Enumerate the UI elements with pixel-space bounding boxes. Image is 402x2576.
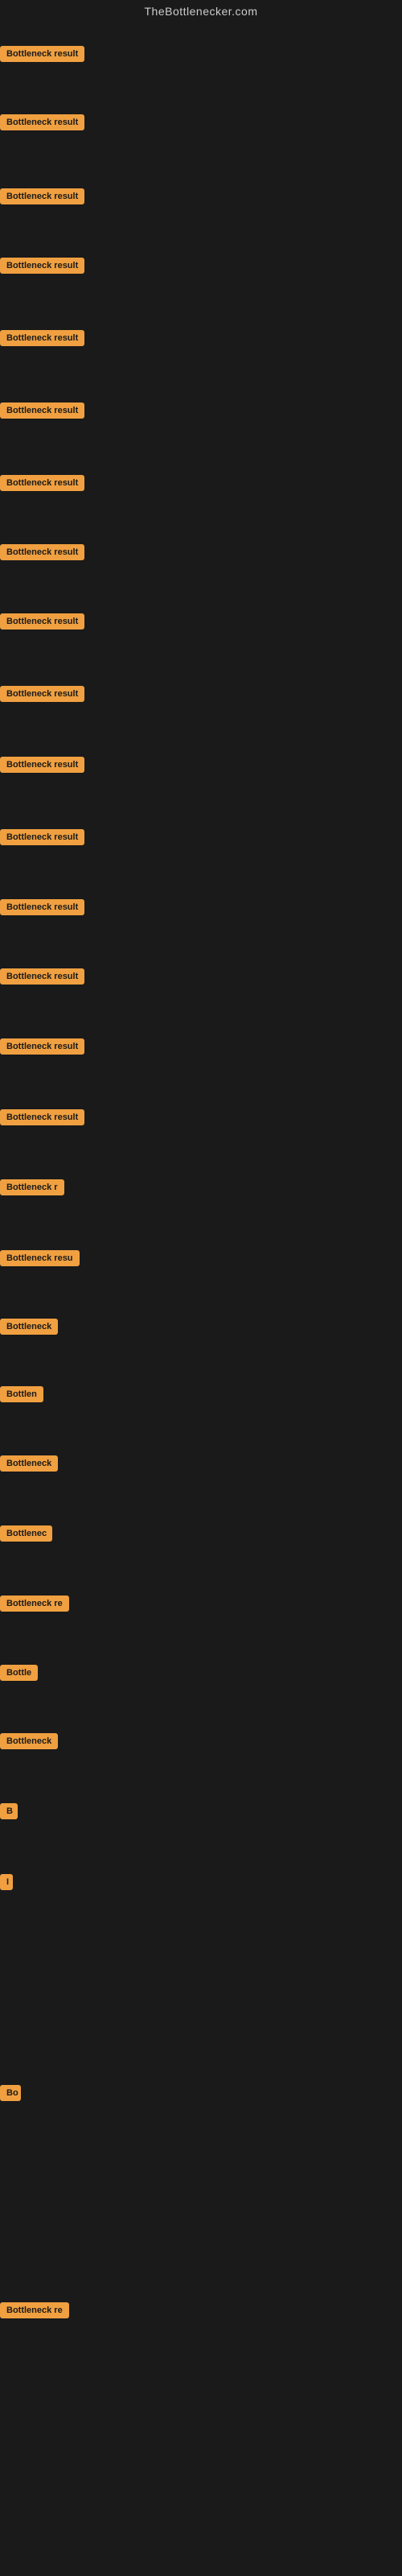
bottleneck-item-2: Bottleneck result [0,114,84,134]
bottleneck-badge-17: Bottleneck r [0,1179,64,1195]
bottleneck-badge-12: Bottleneck result [0,829,84,845]
bottleneck-badge-19: Bottleneck [0,1319,58,1335]
bottleneck-item-12: Bottleneck result [0,829,84,849]
bottleneck-item-15: Bottleneck result [0,1038,84,1059]
bottleneck-badge-3: Bottleneck result [0,188,84,204]
bottleneck-badge-13: Bottleneck result [0,899,84,915]
bottleneck-item-10: Bottleneck result [0,686,84,706]
bottleneck-item-16: Bottleneck result [0,1109,84,1129]
bottleneck-item-22: Bottlenec [0,1525,52,1546]
bottleneck-item-4: Bottleneck result [0,258,84,278]
bottleneck-badge-18: Bottleneck resu [0,1250,80,1266]
bottleneck-badge-9: Bottleneck result [0,613,84,630]
bottleneck-badge-16: Bottleneck result [0,1109,84,1125]
bottleneck-item-24: Bottle [0,1665,38,1685]
bottleneck-badge-25: Bottleneck [0,1733,58,1749]
bottleneck-badge-28: Bo [0,2085,21,2101]
bottleneck-item-14: Bottleneck result [0,968,84,989]
bottleneck-item-5: Bottleneck result [0,330,84,350]
bottleneck-badge-8: Bottleneck result [0,544,84,560]
bottleneck-item-18: Bottleneck resu [0,1250,80,1270]
bottleneck-badge-20: Bottlen [0,1386,43,1402]
bottleneck-badge-7: Bottleneck result [0,475,84,491]
bottleneck-badge-2: Bottleneck result [0,114,84,130]
bottleneck-item-17: Bottleneck r [0,1179,64,1199]
bottleneck-badge-26: B [0,1803,18,1819]
bottleneck-badge-1: Bottleneck result [0,46,84,62]
bottleneck-item-21: Bottleneck [0,1455,58,1476]
bottleneck-badge-23: Bottleneck re [0,1596,69,1612]
bottleneck-item-7: Bottleneck result [0,475,84,495]
bottleneck-badge-15: Bottleneck result [0,1038,84,1055]
bottleneck-item-6: Bottleneck result [0,402,84,423]
bottleneck-badge-5: Bottleneck result [0,330,84,346]
site-title: TheBottlenecker.com [0,0,402,21]
bottleneck-badge-11: Bottleneck result [0,757,84,773]
bottleneck-badge-27: I [0,1874,13,1890]
bottleneck-item-1: Bottleneck result [0,46,84,66]
bottleneck-item-28: Bo [0,2085,21,2105]
bottleneck-badge-22: Bottlenec [0,1525,52,1542]
bottleneck-badge-14: Bottleneck result [0,968,84,985]
bottleneck-badge-4: Bottleneck result [0,258,84,274]
bottleneck-item-11: Bottleneck result [0,757,84,777]
bottleneck-badge-10: Bottleneck result [0,686,84,702]
bottleneck-item-20: Bottlen [0,1386,43,1406]
bottleneck-item-23: Bottleneck re [0,1596,69,1616]
bottleneck-item-9: Bottleneck result [0,613,84,634]
bottleneck-item-8: Bottleneck result [0,544,84,564]
bottleneck-item-3: Bottleneck result [0,188,84,208]
bottleneck-badge-6: Bottleneck result [0,402,84,419]
bottleneck-item-13: Bottleneck result [0,899,84,919]
bottleneck-badge-21: Bottleneck [0,1455,58,1472]
bottleneck-item-19: Bottleneck [0,1319,58,1339]
bottleneck-badge-29: Bottleneck re [0,2302,69,2318]
bottleneck-item-26: B [0,1803,18,1823]
bottleneck-item-25: Bottleneck [0,1733,58,1753]
bottleneck-item-29: Bottleneck re [0,2302,69,2322]
bottleneck-item-27: I [0,1874,13,1894]
bottleneck-badge-24: Bottle [0,1665,38,1681]
